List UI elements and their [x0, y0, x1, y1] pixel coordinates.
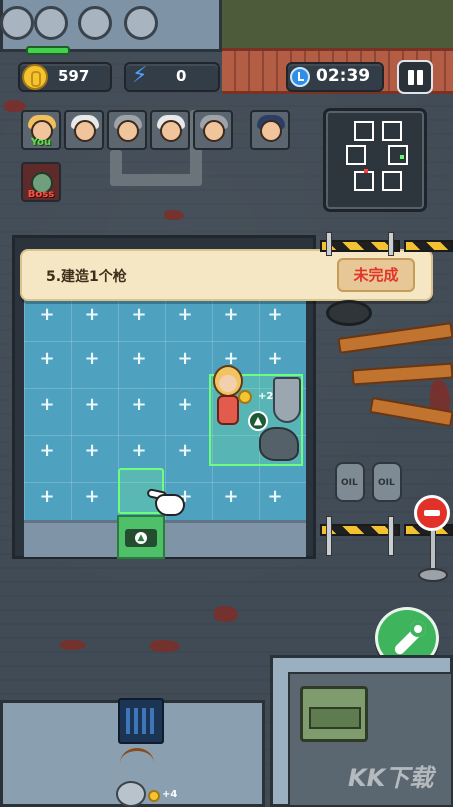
build-slot-plus-icon[interactable]: + [222, 306, 240, 324]
rubble [259, 427, 299, 461]
oil-label-art: OIL [341, 478, 358, 488]
build-slot-plus-icon[interactable]: + [176, 396, 194, 414]
boss-tag: Boss [27, 189, 55, 200]
build-slot-plus-icon[interactable]: + [266, 306, 284, 324]
turret [78, 6, 112, 40]
npc-character [116, 781, 146, 807]
player-body [217, 395, 239, 425]
grass-area [222, 0, 453, 52]
build-slot-plus-icon[interactable]: + [266, 350, 284, 368]
blood-splat [164, 210, 184, 220]
control-console[interactable] [300, 686, 368, 742]
minimap-room [382, 171, 402, 191]
task-status-badge: 未完成 [337, 258, 415, 292]
build-slot-plus-icon[interactable]: + [83, 350, 101, 368]
coin-gain-text: +4 [162, 789, 178, 800]
pause-button[interactable] [397, 60, 433, 94]
blood-splat [214, 606, 238, 622]
energy-value: 0 [176, 67, 187, 85]
turret [124, 6, 158, 40]
blood-splat [150, 640, 180, 652]
barrier-post [388, 232, 394, 256]
build-slot-plus-icon[interactable]: + [176, 350, 194, 368]
lamp-turret [273, 377, 301, 423]
build-slot-plus-icon[interactable]: + [83, 396, 101, 414]
build-slot-plus-icon[interactable]: + [38, 488, 56, 506]
boss-avatar[interactable]: Boss [21, 162, 61, 202]
avatar-face [260, 120, 282, 142]
lightning-icon: ⚡ [132, 63, 148, 88]
minimap-room [382, 121, 402, 141]
build-slot-plus-icon[interactable]: + [38, 350, 56, 368]
minimap-ally-dot [400, 155, 404, 159]
coin-icon [148, 790, 160, 802]
coin-icon [22, 64, 48, 90]
build-slot-plus-icon[interactable]: + [130, 306, 148, 324]
barrier-post [326, 232, 332, 256]
minimap-room [354, 171, 374, 191]
player-avatar-you[interactable]: You [21, 110, 61, 150]
console-screen [309, 707, 361, 729]
tire [326, 300, 372, 326]
minimap-room [354, 121, 374, 141]
build-slot-plus-icon[interactable]: + [176, 306, 194, 324]
pipe [110, 174, 200, 186]
build-slot-plus-icon[interactable]: + [130, 396, 148, 414]
avatar-face [74, 120, 96, 142]
minimap[interactable] [323, 108, 427, 212]
avatar-face [203, 120, 225, 142]
stop-sign-icon [414, 495, 450, 531]
coin-gain-text: +2 [258, 391, 274, 402]
build-slot-plus-icon[interactable]: + [266, 488, 284, 506]
up-arrow-icon: ▲ [135, 532, 147, 544]
minimap-room [388, 145, 408, 165]
barrier [404, 240, 453, 252]
barrier-post [326, 516, 332, 556]
build-slot-plus-icon[interactable]: + [83, 488, 101, 506]
player-face [219, 375, 237, 392]
turret [0, 6, 34, 40]
build-slot-plus-icon[interactable]: + [38, 442, 56, 460]
build-slot-plus-icon[interactable]: + [83, 306, 101, 324]
player-avatar[interactable] [64, 110, 104, 150]
turret-health-bar [26, 46, 70, 55]
coin-value: 597 [58, 67, 90, 85]
build-slot-plus-icon[interactable]: + [38, 396, 56, 414]
build-slot-plus-icon[interactable]: + [38, 306, 56, 324]
build-slot-plus-icon[interactable]: + [83, 442, 101, 460]
minimap-room [346, 145, 366, 165]
bow-weapon [120, 748, 154, 778]
build-slot-plus-icon[interactable]: + [176, 442, 194, 460]
player-avatar[interactable] [250, 110, 290, 150]
oil-barrel: OIL [335, 462, 365, 502]
player-avatar[interactable] [150, 110, 190, 150]
upgrade-arrow-icon[interactable]: ▲ [248, 411, 268, 431]
avatar-tag: You [30, 137, 52, 148]
generator-panel[interactable] [118, 698, 164, 744]
turret [34, 6, 68, 40]
player-avatar[interactable] [107, 110, 147, 150]
oil-barrel: OIL [372, 462, 402, 502]
blood-splat [60, 640, 86, 650]
build-slot-plus-icon[interactable]: + [222, 488, 240, 506]
build-slot-plus-icon[interactable]: + [130, 350, 148, 368]
room-ledge [24, 520, 306, 557]
clock-icon [290, 67, 310, 87]
hand-pointer-icon [146, 484, 189, 518]
player-avatar[interactable] [193, 110, 233, 150]
coin-icon [238, 390, 252, 404]
minimap-player-dot [364, 169, 368, 173]
avatar-face [160, 120, 182, 142]
oil-label-art: OIL [378, 478, 395, 488]
hand-palm [155, 494, 185, 516]
watermark: KK下载 [348, 764, 434, 792]
timer-value: 02:39 [316, 66, 371, 86]
barrier-post [388, 516, 394, 556]
stop-sign-base [418, 568, 448, 582]
avatar-face [117, 120, 139, 142]
build-slot-plus-icon[interactable]: + [130, 442, 148, 460]
task-text: 5.建造1个枪 [46, 269, 127, 285]
